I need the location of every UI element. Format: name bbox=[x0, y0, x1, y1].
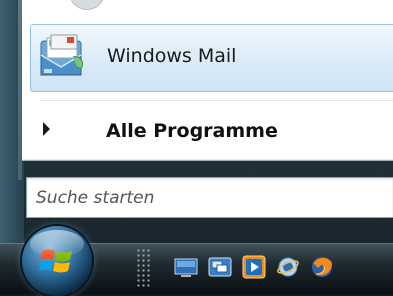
all-programs-label: Alle Programme bbox=[106, 120, 278, 142]
user-picture-frame bbox=[69, 0, 105, 10]
search-input[interactable]: Suche starten bbox=[26, 177, 393, 218]
windows-mail-label: Windows Mail bbox=[107, 45, 237, 67]
show-desktop-icon[interactable] bbox=[174, 255, 198, 279]
arrow-right-icon bbox=[43, 122, 50, 136]
all-programs-button[interactable]: Alle Programme bbox=[30, 110, 393, 150]
separator bbox=[40, 100, 393, 101]
windows-orb-icon bbox=[39, 249, 72, 273]
firefox-icon[interactable] bbox=[310, 255, 334, 279]
media-player-icon[interactable] bbox=[242, 255, 266, 279]
switch-windows-icon[interactable] bbox=[208, 255, 232, 279]
taskbar-grip[interactable] bbox=[136, 248, 150, 288]
internet-explorer-icon[interactable] bbox=[276, 255, 300, 279]
search-placeholder: Suche starten bbox=[36, 188, 155, 208]
windows-mail-icon bbox=[40, 34, 84, 76]
start-button[interactable] bbox=[22, 226, 92, 296]
start-menu-item-windows-mail[interactable]: Windows Mail bbox=[30, 24, 393, 92]
